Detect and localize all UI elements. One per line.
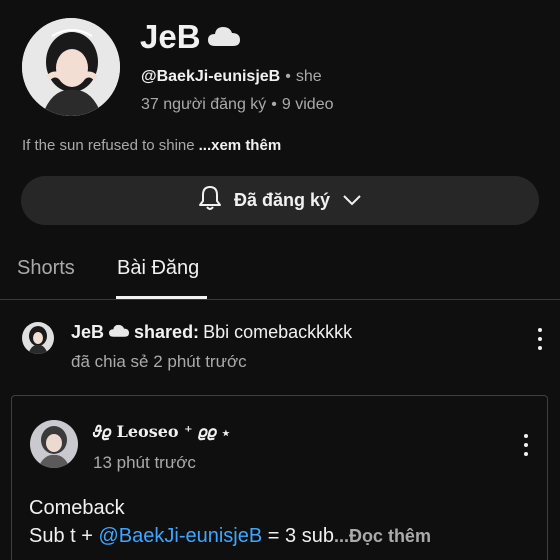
subscribed-button[interactable]: Đã đăng ký — [21, 176, 539, 225]
line2-prefix: Sub t + — [29, 525, 99, 547]
kebab-dot — [538, 346, 542, 351]
shared-post-line: JeB shared: Bbi comebackkkkk — [71, 322, 352, 343]
kebab-dot — [538, 327, 542, 332]
kebab-dot — [524, 452, 528, 457]
tab-shorts[interactable]: Shorts — [17, 257, 75, 280]
original-post-line1: Comeback — [29, 497, 125, 519]
kebab-dot — [538, 336, 542, 341]
separator-dot: • — [271, 96, 277, 113]
tab-posts[interactable]: Bài Đăng — [117, 257, 199, 280]
channel-bio[interactable]: If the sun refused to shine ...xem thêm — [22, 137, 281, 154]
post-menu-button[interactable] — [528, 325, 552, 353]
original-post-menu-button[interactable] — [514, 431, 538, 459]
cloud-icon — [207, 18, 241, 56]
handle-line: @BaekJi-eunisjeB • she — [141, 68, 322, 86]
kebab-dot — [524, 433, 528, 438]
line2-suffix: = 3 sub — [262, 525, 334, 547]
channel-pronoun: she — [295, 68, 322, 85]
active-tab-indicator — [116, 296, 207, 299]
video-count: 9 video — [281, 96, 334, 113]
original-post-line2: Sub t + @BaekJi-eunisjeB = 3 sub...Đọc t… — [29, 525, 431, 548]
original-post-time: 13 phút trước — [93, 453, 196, 472]
original-author-avatar[interactable] — [30, 420, 78, 468]
mention-link[interactable]: @BaekJi-eunisjeB — [99, 525, 263, 547]
kebab-dot — [524, 442, 528, 447]
subscriber-count: 37 người đăng ký — [141, 96, 267, 113]
read-more-link[interactable]: ...Đọc thêm — [334, 526, 431, 546]
post-author-avatar[interactable] — [22, 322, 54, 354]
subscribed-label: Đã đăng ký — [233, 190, 331, 210]
original-author-name[interactable]: 𝜗𝜚 Leoseo ⁺ 𝜚𝜚 ⋆ — [93, 422, 230, 442]
bio-text: If the sun refused to shine — [22, 137, 195, 154]
bio-more-link[interactable]: ...xem thêm — [199, 137, 282, 154]
bell-icon — [198, 185, 222, 216]
channel-avatar[interactable] — [22, 18, 120, 116]
shared-text: Bbi comebackkkkk — [203, 322, 353, 342]
separator-dot: • — [285, 68, 291, 85]
shared-time: đã chia sẻ 2 phút trước — [71, 352, 247, 371]
chevron-down-icon — [342, 190, 362, 211]
channel-name-text: JeB — [140, 18, 201, 55]
channel-handle: @BaekJi-eunisjeB — [141, 68, 281, 85]
channel-name: JeB — [140, 18, 241, 56]
cloud-icon — [108, 322, 130, 343]
shared-prefix: shared: — [134, 322, 200, 342]
channel-tabs: Shorts Bài Đăng — [0, 245, 560, 300]
post-author-name[interactable]: JeB — [71, 322, 104, 343]
channel-stats: 37 người đăng ký • 9 video — [141, 96, 333, 114]
